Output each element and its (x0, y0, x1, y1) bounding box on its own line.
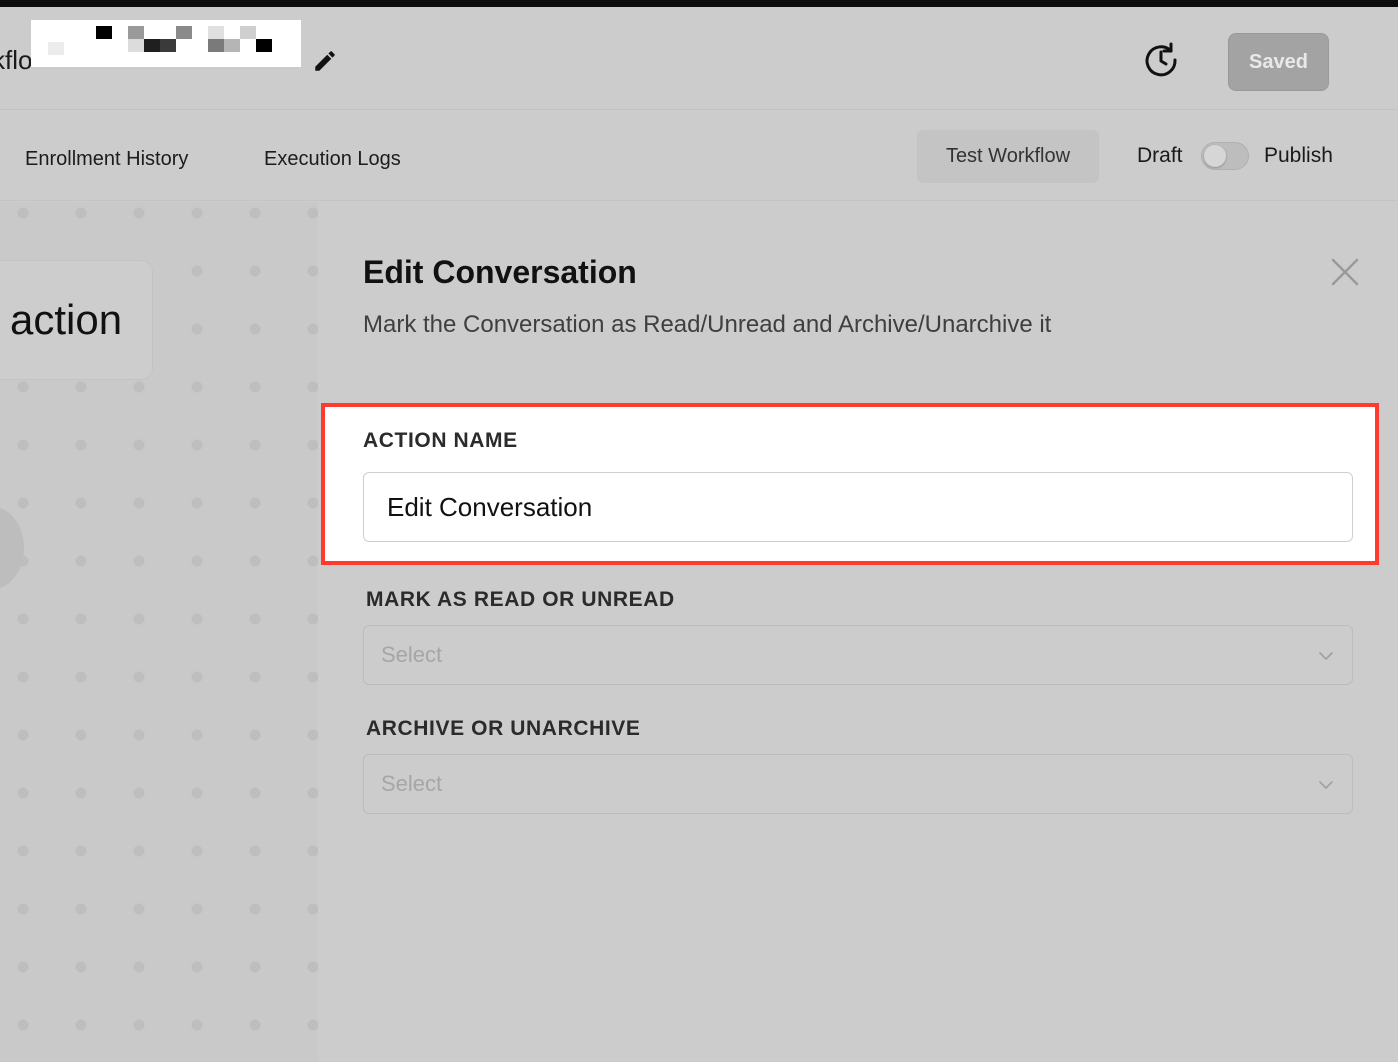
action-name-field-highlight: ACTION NAME (321, 403, 1379, 565)
workflow-subnav: Enrollment History Execution Logs Test W… (0, 111, 1398, 201)
panel-description: Mark the Conversation as Read/Unread and… (363, 311, 1052, 338)
edit-pencil-icon[interactable] (312, 48, 338, 74)
tab-execution-logs[interactable]: Execution Logs (264, 148, 401, 171)
action-node[interactable]: action (0, 260, 153, 380)
saved-button[interactable]: Saved (1228, 33, 1329, 91)
edit-action-panel: Edit Conversation Mark the Conversation … (318, 202, 1398, 1062)
draft-label: Draft (1137, 144, 1183, 167)
redacted-workflow-name (31, 20, 301, 67)
archive-placeholder: Select (381, 771, 443, 796)
archive-select[interactable]: Select (363, 754, 1353, 814)
version-history-icon[interactable] (1141, 40, 1181, 80)
mark-read-select[interactable]: Select (363, 625, 1353, 685)
test-workflow-button[interactable]: Test Workflow (917, 130, 1099, 183)
action-node-label: action (10, 296, 123, 343)
panel-title: Edit Conversation (363, 254, 637, 290)
add-node-circle[interactable] (0, 507, 24, 589)
publish-label: Publish (1264, 144, 1333, 167)
toggle-knob (1204, 145, 1226, 167)
workflow-canvas[interactable]: action (0, 202, 318, 1062)
archive-label: ARCHIVE OR UNARCHIVE (366, 717, 641, 740)
close-icon[interactable] (1330, 257, 1360, 287)
action-name-input[interactable] (363, 472, 1353, 542)
chevron-down-icon (1319, 781, 1333, 789)
tab-enrollment-history[interactable]: Enrollment History (25, 148, 188, 171)
top-strip (0, 0, 1398, 7)
mark-read-label: MARK AS READ OR UNREAD (366, 588, 675, 611)
action-name-label: ACTION NAME (363, 429, 518, 452)
chevron-down-icon (1319, 652, 1333, 660)
mark-read-placeholder: Select (381, 642, 443, 667)
workflow-header: kflo Saved (0, 7, 1398, 110)
publish-toggle[interactable] (1201, 142, 1249, 170)
